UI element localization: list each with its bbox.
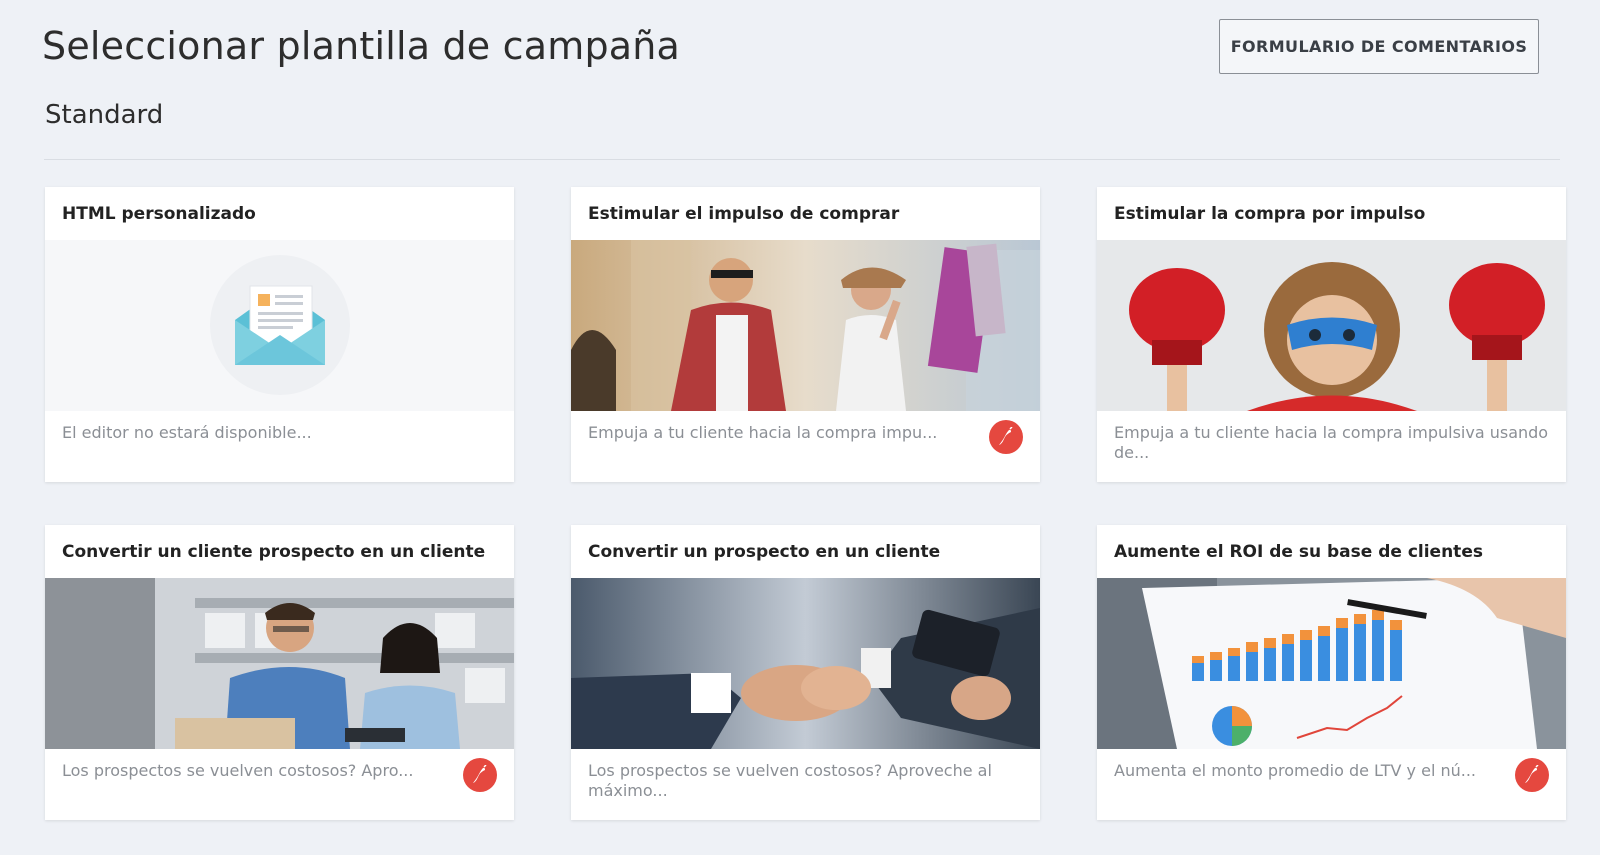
superhero-kid-photo (1097, 240, 1566, 411)
template-card-convert-prospect[interactable]: Convertir un prospecto en un cliente Los… (571, 525, 1040, 820)
card-title: Convertir un cliente prospecto en un cli… (62, 542, 486, 562)
chili-pepper-icon (1515, 758, 1549, 792)
card-description: Aumenta el monto promedio de LTV y el nú… (1114, 761, 1477, 780)
feedback-form-button[interactable]: FORMULARIO DE COMENTARIOS (1219, 19, 1539, 74)
envelope-icon (45, 240, 514, 411)
template-card-custom-html[interactable]: HTML personalizado El editor no estará d… (45, 187, 514, 482)
template-card-prospect-to-customer[interactable]: Convertir un cliente prospecto en un cli… (45, 525, 514, 820)
card-title: HTML personalizado (62, 204, 256, 224)
charts-report-photo (1097, 578, 1566, 749)
card-title: Aumente el ROI de su base de clientes (1114, 542, 1483, 562)
template-card-impulse-buy[interactable]: Estimular el impulso de comprar Empuja a… (571, 187, 1040, 482)
card-title: Estimular la compra por impulso (1114, 204, 1426, 224)
card-title: Convertir un prospecto en un cliente (588, 542, 941, 562)
shopping-couple-photo (571, 240, 1040, 411)
chili-pepper-icon (989, 420, 1023, 454)
card-title: Estimular el impulso de comprar (588, 204, 900, 224)
template-card-roi[interactable]: Aumente el ROI de su base de clientes Au… (1097, 525, 1566, 820)
section-divider (44, 159, 1560, 160)
template-card-impulse-purchase[interactable]: Estimular la compra por impulso Empuja a… (1097, 187, 1566, 482)
card-description: Empuja a tu cliente hacia la compra impu… (1114, 423, 1549, 462)
card-description: Los prospectos se vuelven costosos? Apro… (62, 761, 414, 780)
warehouse-team-photo (45, 578, 514, 749)
chili-pepper-icon (463, 758, 497, 792)
section-title: Standard (45, 100, 164, 130)
card-description: El editor no estará disponible... (62, 423, 312, 442)
card-description: Los prospectos se vuelven costosos? Apro… (588, 761, 992, 800)
handshake-photo (571, 578, 1040, 749)
card-description: Empuja a tu cliente hacia la compra impu… (588, 423, 938, 442)
page-title: Seleccionar plantilla de campaña (42, 24, 681, 68)
